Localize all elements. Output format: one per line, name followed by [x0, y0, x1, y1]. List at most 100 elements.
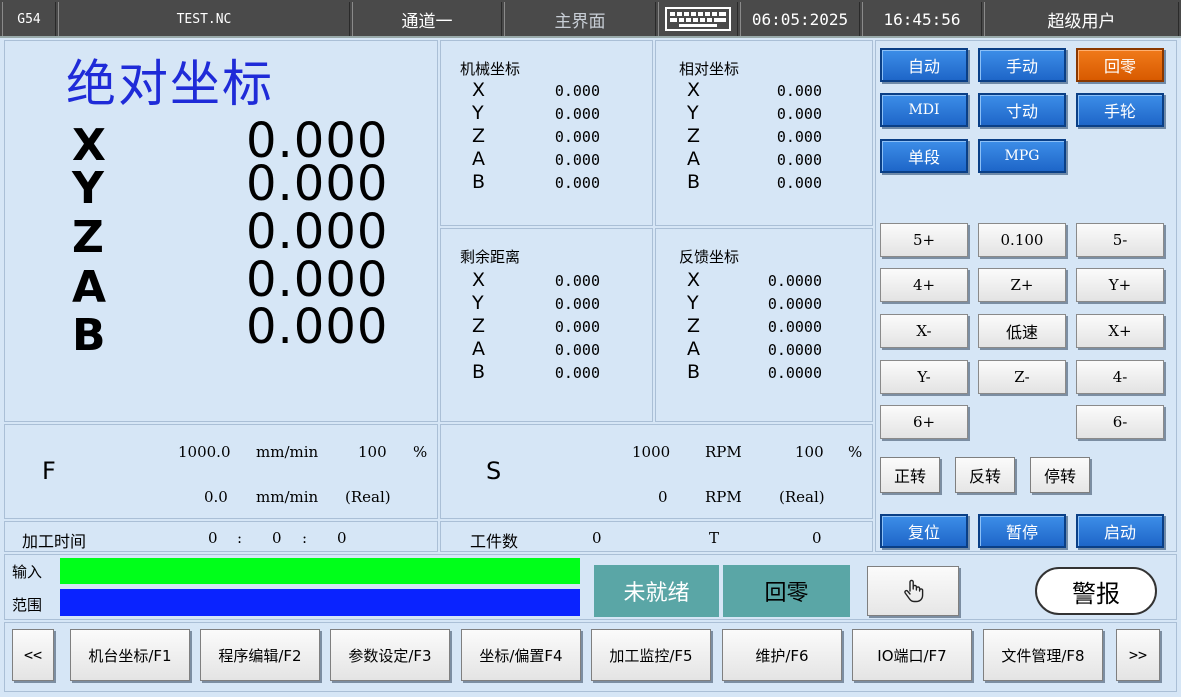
machining-time-minutes: 0 — [272, 529, 282, 547]
feed-override-unit: % — [413, 443, 428, 461]
softkey-f1[interactable]: 机台坐标/F1 — [70, 629, 190, 681]
feedback-axis-label: Z — [687, 315, 701, 337]
z-minus-button[interactable]: Z- — [978, 360, 1066, 394]
feed-real-label: (Real) — [345, 488, 391, 506]
spindle-override: 100 — [795, 443, 824, 461]
remaining-axis-value: 0.000 — [554, 318, 600, 336]
feedback-axis-value: 0.0000 — [767, 272, 822, 290]
spindle-real-label: (Real) — [779, 488, 825, 506]
reset-button[interactable]: 复位 — [880, 514, 968, 548]
softkey-f4[interactable]: 坐标/偏置F4 — [461, 629, 581, 681]
relative-axis-label: X — [687, 79, 701, 101]
x-minus-button[interactable]: X- — [880, 314, 968, 348]
remaining-axis-label: Y — [472, 292, 484, 314]
z-plus-button[interactable]: Z+ — [978, 268, 1066, 302]
feedback-axis-value: 0.0000 — [767, 364, 822, 382]
alarm-button[interactable]: 警报 — [1035, 567, 1157, 615]
handwheel-mode-button[interactable]: 手轮 — [1076, 93, 1164, 127]
feed-real-unit: mm/min — [256, 488, 319, 506]
feedback-axis-label: Y — [687, 292, 699, 314]
abs-axis-label: Z — [72, 212, 104, 263]
jog-mode-button[interactable]: 寸动 — [978, 93, 1066, 127]
spindle-set-unit: RPM — [705, 443, 742, 461]
spindle-stop-button[interactable]: 停转 — [1030, 457, 1090, 493]
pause-button[interactable]: 暂停 — [978, 514, 1066, 548]
input-field[interactable] — [60, 558, 580, 584]
machine-axis-value: 0.000 — [554, 174, 600, 192]
softkey-next[interactable]: >> — [1116, 629, 1160, 681]
machining-time-label: 加工时间 — [22, 532, 87, 551]
machine-axis-label: A — [472, 148, 485, 170]
hand-pointer-icon[interactable] — [867, 566, 959, 616]
feedback-axis-label: A — [687, 338, 700, 360]
mdi-mode-button[interactable]: MDI — [880, 93, 968, 127]
relative-axis-value: 0.000 — [776, 151, 822, 169]
remaining-axis-value: 0.000 — [554, 295, 600, 313]
machine-axis-label: Z — [472, 125, 486, 147]
jog-speed-button[interactable]: 低速 — [978, 314, 1066, 348]
single-block-button[interactable]: 单段 — [880, 139, 968, 173]
softkey-f3[interactable]: 参数设定/F3 — [330, 629, 450, 681]
y-minus-button[interactable]: Y- — [880, 360, 968, 394]
feedback-axis-label: B — [687, 361, 701, 383]
range-field[interactable] — [60, 589, 580, 616]
softkey-f8[interactable]: 文件管理/F8 — [983, 629, 1103, 681]
manual-mode-button[interactable]: 手动 — [978, 48, 1066, 82]
channel-label: 通道一 — [352, 2, 502, 36]
axis5-minus-button[interactable]: 5- — [1076, 223, 1164, 257]
x-plus-button[interactable]: X+ — [1076, 314, 1164, 348]
relative-coords-title: 相对坐标 — [679, 60, 740, 78]
machine-axis-value: 0.000 — [554, 105, 600, 123]
relative-axis-label: B — [687, 171, 701, 193]
feed-real-value: 0.0 — [204, 488, 228, 506]
spindle-cw-button[interactable]: 正转 — [880, 457, 940, 493]
workpiece-count-label: 工件数 — [470, 532, 519, 551]
relative-axis-label: Y — [687, 102, 699, 124]
time-display: 16:45:56 — [862, 2, 982, 36]
time-separator: : — [237, 529, 243, 547]
axis5-plus-button[interactable]: 5+ — [880, 223, 968, 257]
mpg-button[interactable]: MPG — [978, 139, 1066, 173]
abs-axis-label: A — [72, 262, 107, 313]
machine-coords-title: 机械坐标 — [460, 60, 521, 78]
cycle-start-button[interactable]: 启动 — [1076, 514, 1164, 548]
feed-set-value: 1000.0 — [178, 443, 231, 461]
jog-step-button[interactable]: 0.100 — [978, 223, 1066, 257]
axis4-minus-button[interactable]: 4- — [1076, 360, 1164, 394]
feedback-axis-value: 0.0000 — [767, 341, 822, 359]
softkey-f5[interactable]: 加工监控/F5 — [591, 629, 711, 681]
remaining-axis-label: B — [472, 361, 486, 383]
softkey-prev[interactable]: << — [12, 629, 54, 681]
feed-label: F — [42, 457, 56, 485]
softkey-f7[interactable]: IO端口/F7 — [852, 629, 972, 681]
title-bar: G54 TEST.NC 通道一 主界面 06:05:2025 16:45:56 … — [0, 0, 1181, 38]
y-plus-button[interactable]: Y+ — [1076, 268, 1164, 302]
remaining-axis-label: Z — [472, 315, 486, 337]
workpiece-count: 0 — [592, 529, 602, 547]
range-label: 范围 — [12, 596, 43, 614]
home-mode-button[interactable]: 回零 — [1076, 48, 1164, 82]
feedback-axis-value: 0.0000 — [767, 295, 822, 313]
remaining-axis-value: 0.000 — [554, 364, 600, 382]
abs-axis-label: B — [72, 310, 106, 361]
machine-axis-value: 0.000 — [554, 82, 600, 100]
screen-name: 主界面 — [504, 2, 656, 36]
user-level[interactable]: 超级用户 — [984, 2, 1179, 36]
axis4-plus-button[interactable]: 4+ — [880, 268, 968, 302]
relative-axis-value: 0.000 — [776, 128, 822, 146]
spindle-ccw-button[interactable]: 反转 — [955, 457, 1015, 493]
absolute-coords-title: 绝对坐标 — [66, 55, 274, 113]
keyboard-icon[interactable] — [658, 2, 738, 36]
spindle-override-unit: % — [848, 443, 863, 461]
axis6-minus-button[interactable]: 6- — [1076, 405, 1164, 439]
auto-mode-button[interactable]: 自动 — [880, 48, 968, 82]
softkey-f6[interactable]: 维护/F6 — [722, 629, 842, 681]
abs-axis-label: Y — [72, 163, 104, 214]
feedback-axis-label: X — [687, 269, 701, 291]
feedback-coords-title: 反馈坐标 — [679, 248, 740, 266]
date-display: 06:05:2025 — [740, 2, 860, 36]
machine-axis-label: Y — [472, 102, 484, 124]
abs-axis-value: 0.000 — [246, 299, 389, 355]
axis6-plus-button[interactable]: 6+ — [880, 405, 968, 439]
softkey-f2[interactable]: 程序编辑/F2 — [200, 629, 320, 681]
